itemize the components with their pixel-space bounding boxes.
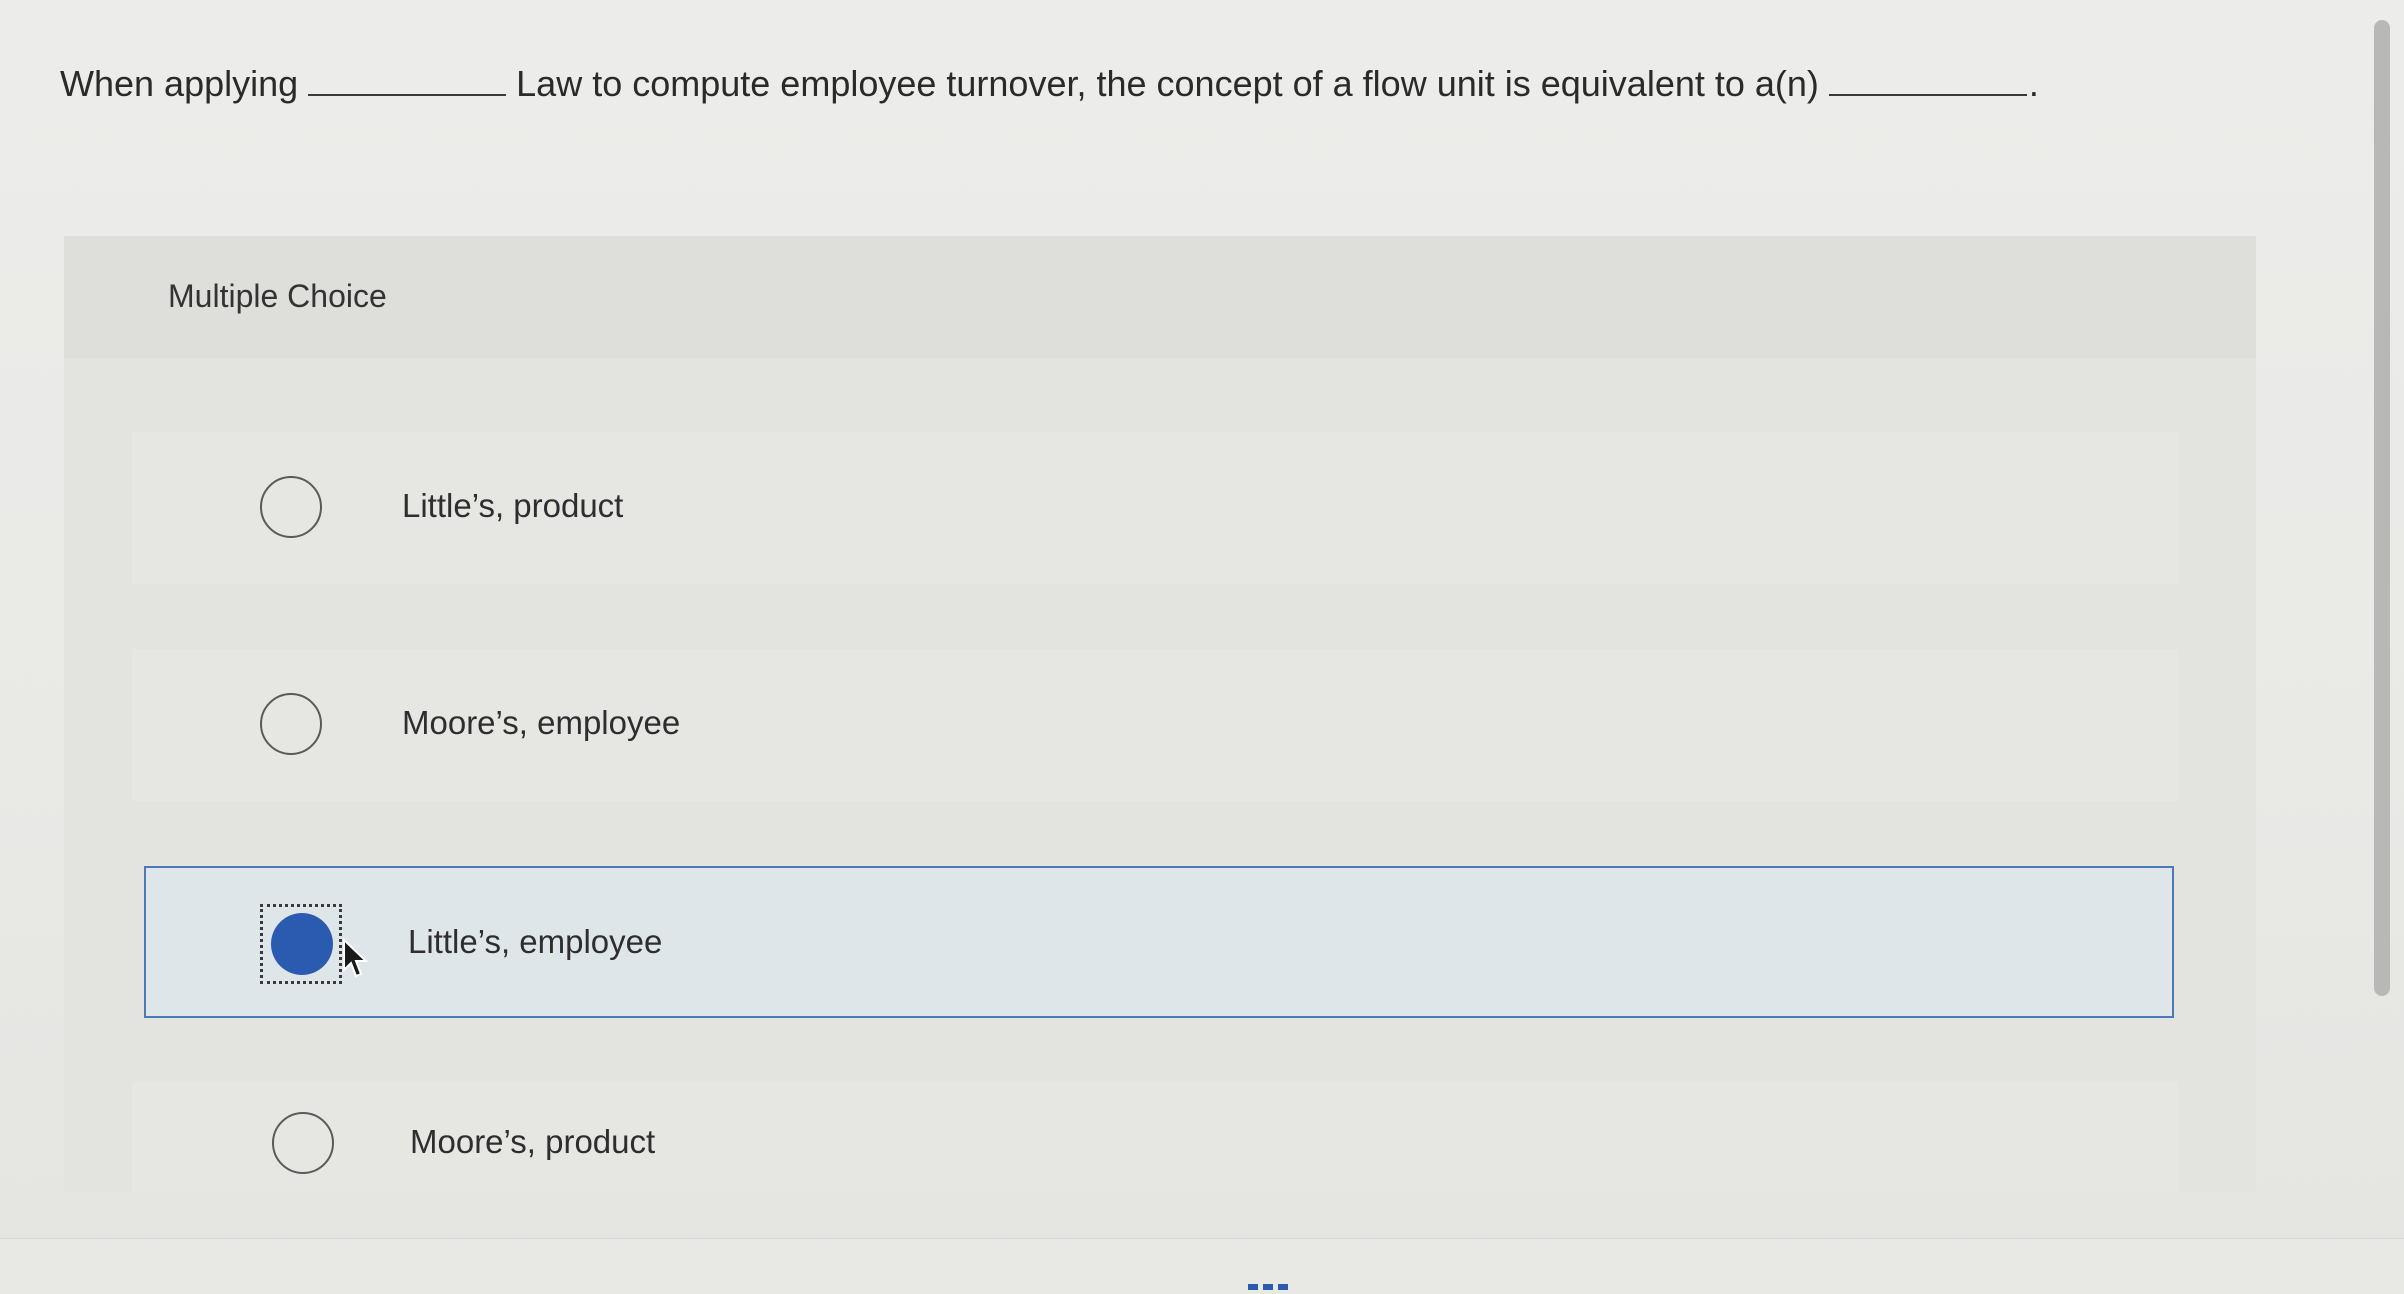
question-text: When applying Law to compute employee tur… xyxy=(60,58,2039,110)
bottom-bar xyxy=(0,1238,2404,1294)
arrow-cursor-icon xyxy=(343,938,368,978)
question-part-2: Law to compute employee turnover, the co… xyxy=(516,63,1819,104)
radio-button-unselected[interactable] xyxy=(272,1112,334,1174)
multiple-choice-title: Multiple Choice xyxy=(168,278,387,314)
question-part-1: When applying xyxy=(60,63,299,104)
blank-1 xyxy=(308,74,507,96)
blank-2 xyxy=(1828,74,2027,96)
option-moores-product[interactable]: Moore’s, product xyxy=(132,1082,2178,1192)
option-moores-employee[interactable]: Moore’s, employee xyxy=(132,649,2178,801)
multiple-choice-panel: Multiple Choice Little’s, product Moore’… xyxy=(64,236,2256,1192)
radio-button-selected[interactable] xyxy=(271,913,333,975)
more-dots-icon[interactable] xyxy=(1248,1284,1288,1290)
quiz-page: When applying Law to compute employee tur… xyxy=(0,0,2404,1294)
multiple-choice-header: Multiple Choice xyxy=(64,236,2256,358)
option-label: Little’s, employee xyxy=(408,923,663,960)
radio-button-unselected[interactable] xyxy=(260,476,322,538)
option-littles-product[interactable]: Little’s, product xyxy=(132,432,2178,584)
radio-focus-ring[interactable] xyxy=(260,904,342,984)
option-label: Moore’s, employee xyxy=(402,704,681,741)
option-label: Little’s, product xyxy=(402,487,624,524)
scrollbar-thumb[interactable] xyxy=(2374,20,2390,996)
option-littles-employee[interactable]: Little’s, employee xyxy=(144,866,2174,1018)
radio-button-unselected[interactable] xyxy=(260,693,322,755)
question-part-3: . xyxy=(2028,63,2039,104)
option-label: Moore’s, product xyxy=(410,1123,656,1160)
